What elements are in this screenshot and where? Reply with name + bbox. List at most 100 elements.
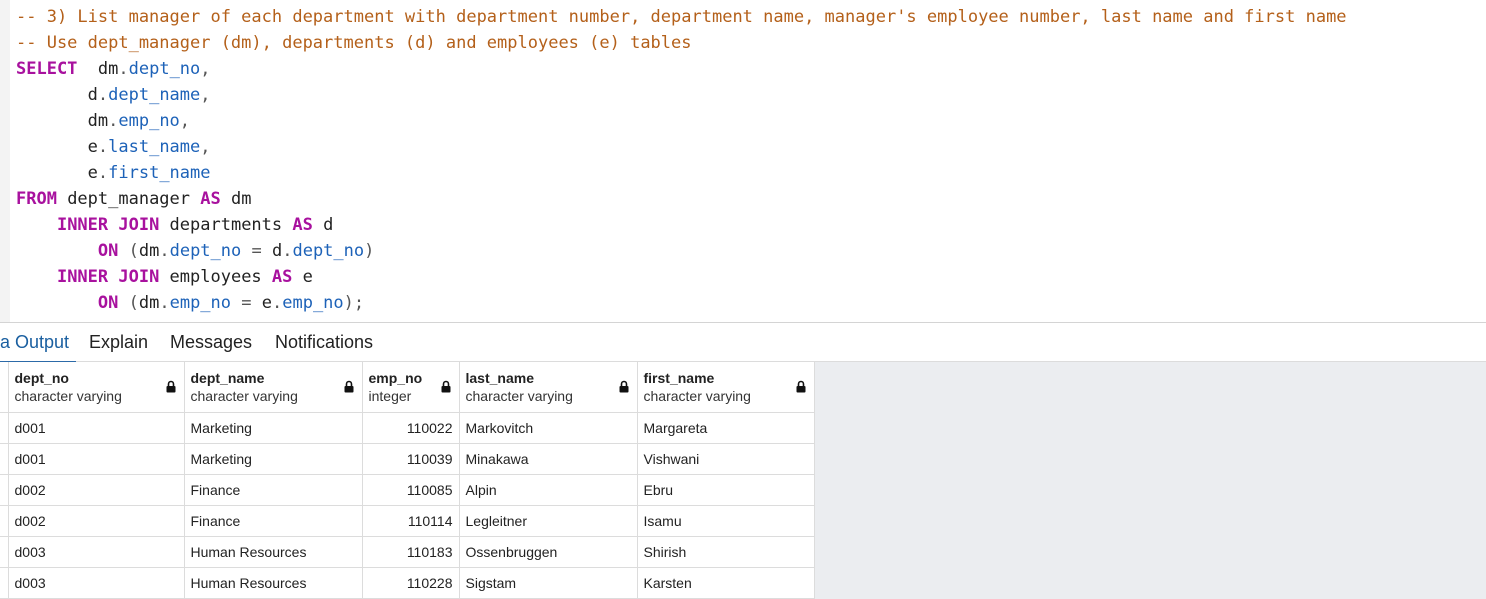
table-row[interactable]: d001 Marketing 110022 Markovitch Margareta xyxy=(0,412,815,444)
table-cell[interactable]: Marketing xyxy=(184,443,363,475)
code-token: . xyxy=(159,293,170,313)
code-token: dm xyxy=(16,111,109,131)
column-header-dept-no[interactable]: dept_no character varying xyxy=(8,362,185,413)
code-line[interactable]: SELECT dm.dept_no, xyxy=(16,56,1347,82)
code-token: dept_manager xyxy=(56,189,201,209)
table-cell[interactable]: Karsten xyxy=(637,567,815,599)
table-cell[interactable]: Ebru xyxy=(637,474,815,506)
code-token: d xyxy=(16,85,98,105)
table-cell[interactable]: Margareta xyxy=(637,412,815,444)
code-line[interactable]: INNER JOIN departments AS d xyxy=(16,212,1347,238)
table-cell[interactable]: Minakawa xyxy=(459,443,638,475)
table-cell[interactable]: 110183 xyxy=(362,536,460,568)
column-header-first-name[interactable]: first_name character varying xyxy=(637,362,815,413)
code-token: , xyxy=(200,137,211,157)
code-token: INNER JOIN xyxy=(56,215,160,235)
table-cell[interactable]: Ossenbruggen xyxy=(459,536,638,568)
row-header[interactable] xyxy=(0,505,9,537)
tab-explain[interactable]: Explain xyxy=(89,323,148,361)
table-cell[interactable]: Human Resources xyxy=(184,536,363,568)
tab-data-output[interactable]: a Output xyxy=(0,323,76,364)
tab-messages[interactable]: Messages xyxy=(170,323,252,361)
table-cell[interactable]: Sigstam xyxy=(459,567,638,599)
code-token: first_name xyxy=(108,163,211,183)
code-token: dept_no xyxy=(292,241,365,261)
row-header[interactable] xyxy=(0,567,9,599)
code-line[interactable]: e.last_name, xyxy=(16,134,1347,160)
table-cell[interactable]: Vishwani xyxy=(637,443,815,475)
code-token: emp_no xyxy=(169,293,232,313)
column-type: character varying xyxy=(643,387,751,404)
editor-gutter xyxy=(0,0,10,322)
table-cell[interactable]: Human Resources xyxy=(184,567,363,599)
table-cell[interactable]: 110022 xyxy=(362,412,460,444)
column-header-dept-name[interactable]: dept_name character varying xyxy=(184,362,363,413)
table-cell[interactable]: Alpin xyxy=(459,474,638,506)
table-cell[interactable]: d003 xyxy=(8,536,185,568)
code-token: e xyxy=(261,293,272,313)
results-grid: dept_no character varying dept_name char… xyxy=(0,362,815,599)
table-cell[interactable]: Isamu xyxy=(637,505,815,537)
row-header[interactable] xyxy=(0,443,9,475)
code-token: = xyxy=(231,293,262,313)
table-cell[interactable]: Shirish xyxy=(637,536,815,568)
table-row[interactable]: d002 Finance 110114 Legleitner Isamu xyxy=(0,505,815,537)
table-row[interactable]: d002 Finance 110085 Alpin Ebru xyxy=(0,474,815,506)
table-cell[interactable]: Finance xyxy=(184,474,363,506)
row-header[interactable] xyxy=(0,474,9,506)
table-row[interactable]: d003 Human Resources 110228 Sigstam Karsten xyxy=(0,567,815,599)
table-cell[interactable]: 110085 xyxy=(362,474,460,506)
code-token: ON xyxy=(97,293,119,313)
table-cell[interactable]: Finance xyxy=(184,505,363,537)
code-line[interactable]: ON (dm.emp_no = e.emp_no); xyxy=(16,290,1347,316)
column-name: dept_no xyxy=(14,369,69,386)
table-cell[interactable]: d002 xyxy=(8,505,185,537)
row-header-corner[interactable] xyxy=(0,362,9,413)
code-line[interactable]: d.dept_name, xyxy=(16,82,1347,108)
row-header[interactable] xyxy=(0,536,9,568)
column-header-last-name[interactable]: last_name character varying xyxy=(459,362,638,413)
code-token: e xyxy=(16,163,98,183)
table-cell[interactable]: Legleitner xyxy=(459,505,638,537)
code-token: departments xyxy=(159,215,293,235)
lock-icon xyxy=(166,380,175,393)
code-token: dm xyxy=(220,189,252,209)
code-token: e xyxy=(292,267,313,287)
code-token: , xyxy=(200,85,211,105)
code-line[interactable]: -- 3) List manager of each department wi… xyxy=(16,4,1347,30)
sql-code[interactable]: -- 3) List manager of each department wi… xyxy=(16,4,1347,316)
code-line[interactable]: e.first_name xyxy=(16,160,1347,186)
table-cell[interactable]: Marketing xyxy=(184,412,363,444)
code-token: , xyxy=(179,111,191,131)
code-line[interactable]: INNER JOIN employees AS e xyxy=(16,264,1347,290)
code-token: . xyxy=(108,111,119,131)
table-cell[interactable]: 110039 xyxy=(362,443,460,475)
code-line[interactable]: -- Use dept_manager (dm), departments (d… xyxy=(16,30,1347,56)
code-line[interactable]: ON (dm.dept_no = d.dept_no) xyxy=(16,238,1347,264)
table-cell[interactable]: d003 xyxy=(8,567,185,599)
tab-notifications[interactable]: Notifications xyxy=(275,323,373,361)
code-line[interactable]: dm.emp_no, xyxy=(16,108,1347,134)
code-line[interactable]: FROM dept_manager AS dm xyxy=(16,186,1347,212)
code-token: ( xyxy=(118,293,139,313)
table-cell[interactable]: d001 xyxy=(8,443,185,475)
column-header-emp-no[interactable]: emp_no integer xyxy=(362,362,460,413)
code-token: , xyxy=(200,59,211,79)
table-cell[interactable]: 110228 xyxy=(362,567,460,599)
code-token: dept_no xyxy=(128,59,201,79)
code-token: . xyxy=(118,59,129,79)
table-cell[interactable]: d002 xyxy=(8,474,185,506)
code-token: . xyxy=(97,85,109,105)
table-cell[interactable]: d001 xyxy=(8,412,185,444)
sql-editor[interactable]: -- 3) List manager of each department wi… xyxy=(0,0,1486,322)
results-tab-bar: a Output Explain Messages Notifications xyxy=(0,322,1486,364)
table-cell[interactable]: 110114 xyxy=(362,505,460,537)
table-cell[interactable]: Markovitch xyxy=(459,412,638,444)
table-row[interactable]: d001 Marketing 110039 Minakawa Vishwani xyxy=(0,443,815,475)
table-row[interactable]: d003 Human Resources 110183 Ossenbruggen Shi… xyxy=(0,536,815,568)
row-header[interactable] xyxy=(0,412,9,444)
column-name: dept_name xyxy=(190,369,265,386)
code-token: . xyxy=(159,241,170,261)
